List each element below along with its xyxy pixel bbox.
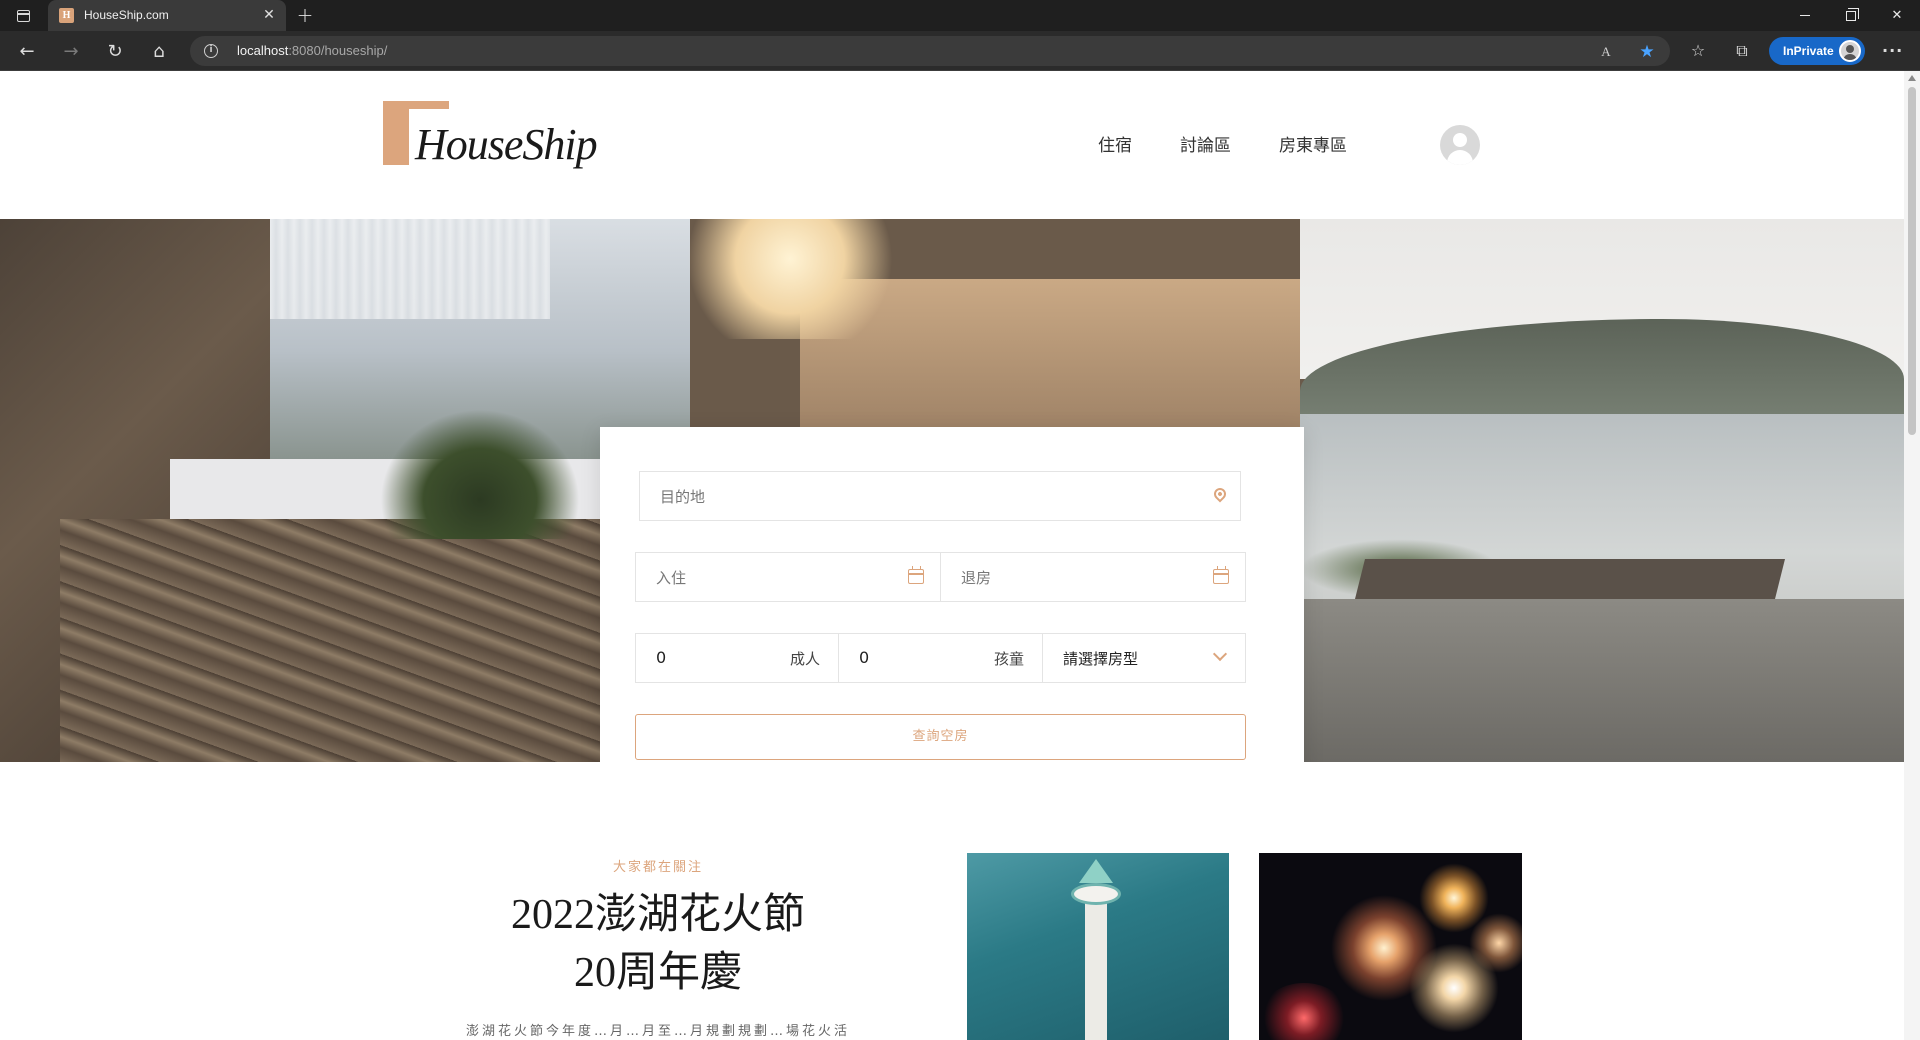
browser-titlebar: H HouseShip.com ✕ + ✕ <box>0 0 1920 31</box>
adults-unit-label: 成人 <box>789 650 820 668</box>
children-unit-label: 孩童 <box>993 650 1024 668</box>
logo-mark-roof <box>409 101 449 109</box>
nav-link-forum[interactable]: 討論區 <box>1180 131 1231 156</box>
calendar-icon <box>908 566 924 584</box>
restore-icon <box>1846 7 1859 21</box>
logo-mark-icon <box>383 101 409 165</box>
hero-carousel: 目的地 入住 退房 0 成人 0 孩童 請選擇房型 查詢空房 <box>0 219 1904 762</box>
minimize-icon <box>1800 15 1810 16</box>
profile-avatar-icon <box>1839 40 1861 62</box>
tab-close-button[interactable]: ✕ <box>260 6 278 24</box>
url-text: localhost:8080/houseship/ <box>237 43 388 58</box>
destination-placeholder: 目的地 <box>660 488 706 506</box>
feature-image-fireworks[interactable] <box>1259 853 1522 1040</box>
calendar-icon <box>1213 566 1229 584</box>
scroll-up-icon[interactable] <box>1908 75 1916 81</box>
user-avatar[interactable] <box>1440 125 1480 165</box>
adults-value: 0 <box>656 648 667 667</box>
hero-image-pergola <box>1355 559 1785 599</box>
tab-actions-button[interactable] <box>12 6 34 26</box>
site-info-icon[interactable]: i <box>204 44 218 58</box>
scrollbar-thumb[interactable] <box>1908 87 1916 435</box>
reload-button[interactable]: ↻ <box>102 39 128 65</box>
room-type-select[interactable]: 請選擇房型 <box>1042 633 1246 683</box>
location-pin-icon <box>1211 485 1229 503</box>
room-type-value: 請選擇房型 <box>1063 650 1139 668</box>
tab-title: HouseShip.com <box>84 8 169 22</box>
checkout-placeholder: 退房 <box>961 569 992 587</box>
destination-input[interactable]: 目的地 <box>639 471 1241 521</box>
checkin-placeholder: 入住 <box>656 569 687 587</box>
children-value: 0 <box>859 648 870 667</box>
site-logo[interactable]: HouseShip <box>383 101 598 181</box>
window-minimize-button[interactable] <box>1782 0 1828 31</box>
browser-toolbar: ← → ↻ ⌂ i localhost:8080/houseship/ A ★ … <box>0 31 1920 71</box>
address-bar[interactable]: i localhost:8080/houseship/ A ★ <box>190 36 1670 66</box>
page-scrollbar[interactable] <box>1904 71 1920 1040</box>
tower-deck-shape <box>1071 883 1121 905</box>
chevron-down-icon <box>1212 646 1228 662</box>
hero-image-plant <box>380 409 580 539</box>
nav-link-host[interactable]: 房東專區 <box>1279 131 1347 156</box>
checkout-date-input[interactable]: 退房 <box>940 552 1246 602</box>
hero-image-curtain <box>270 219 550 319</box>
search-availability-button[interactable]: 查詢空房 <box>635 714 1246 760</box>
firework-burst <box>1259 983 1349 1040</box>
more-menu-icon[interactable]: ··· <box>1882 41 1902 61</box>
checkin-date-input[interactable]: 入住 <box>635 552 941 602</box>
window-restore-button[interactable] <box>1828 0 1874 31</box>
collections-icon[interactable]: ⧉ <box>1732 41 1752 61</box>
page-viewport: HouseShip 住宿 討論區 房東專區 目的地 入住 退房 0 成人 0 孩… <box>0 71 1920 1040</box>
favicon-icon: H <box>59 8 74 23</box>
children-count-input[interactable]: 0 孩童 <box>838 633 1043 683</box>
nav-link-stay[interactable]: 住宿 <box>1098 131 1132 156</box>
tab-actions-icon <box>17 10 30 22</box>
hero-image-sunlight <box>680 219 900 339</box>
favorite-star-icon[interactable]: ★ <box>1638 43 1656 61</box>
logo-text: HouseShip <box>415 120 598 169</box>
inprivate-badge[interactable]: InPrivate <box>1769 37 1865 65</box>
home-button[interactable]: ⌂ <box>146 39 172 65</box>
feature-image-tower[interactable] <box>967 853 1229 1040</box>
back-button[interactable]: ← <box>14 39 40 65</box>
new-tab-button[interactable]: + <box>294 4 316 26</box>
adults-count-input[interactable]: 0 成人 <box>635 633 839 683</box>
tower-cap-shape <box>1079 859 1113 883</box>
site-header: HouseShip 住宿 討論區 房東專區 <box>0 71 1904 219</box>
window-close-button[interactable]: ✕ <box>1874 0 1920 31</box>
forward-button[interactable]: → <box>58 39 84 65</box>
read-aloud-icon[interactable]: A <box>1597 43 1615 61</box>
firework-burst <box>1469 913 1522 973</box>
inprivate-label: InPrivate <box>1783 44 1834 58</box>
favorites-icon[interactable]: ☆ <box>1688 41 1708 61</box>
featured-event-section: 大家都在關注 2022澎湖花火節 20周年慶 澎湖花火節今年度…月…月至…月規劃… <box>0 762 1904 1040</box>
tower-shape <box>1085 893 1107 1040</box>
browser-tab[interactable]: H HouseShip.com ✕ <box>48 0 286 31</box>
booking-search-card: 目的地 入住 退房 0 成人 0 孩童 請選擇房型 查詢空房 <box>600 427 1304 762</box>
